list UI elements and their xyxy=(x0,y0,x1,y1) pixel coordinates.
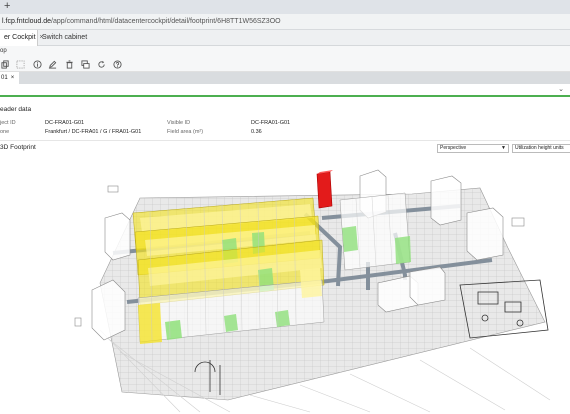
tab-label: 01 xyxy=(1,75,8,81)
3d-footprint-view[interactable] xyxy=(0,156,570,414)
close-icon[interactable]: × xyxy=(11,75,15,81)
help-icon[interactable] xyxy=(112,59,123,70)
object-id-value: DC-FRA01-G01 xyxy=(45,120,85,126)
refresh-icon[interactable] xyxy=(96,59,107,70)
url-host: l.fcp.fntcloud.de xyxy=(2,18,52,25)
select-icon[interactable] xyxy=(15,59,26,70)
object-selector[interactable]: ⌄ xyxy=(0,84,570,97)
address-bar[interactable]: l.fcp.fntcloud.de/app/command/html/datac… xyxy=(0,14,570,30)
layers-icon[interactable] xyxy=(80,59,91,70)
tab-object[interactable]: 01 × xyxy=(0,72,19,84)
menu-label[interactable]: op xyxy=(0,47,7,56)
field-area-value: 0.36 xyxy=(251,129,262,135)
rack-rows xyxy=(132,197,325,344)
copy-icon[interactable] xyxy=(0,59,11,70)
url-text[interactable]: l.fcp.fntcloud.de/app/command/html/datac… xyxy=(2,16,281,27)
url-path: /app/command/html/datacentercockpit/deta… xyxy=(51,18,281,25)
visible-id-label: Visible ID xyxy=(167,120,191,126)
tab-label: Switch cabinet xyxy=(42,34,88,41)
object-id-label: ject ID xyxy=(0,120,16,126)
selected-rack xyxy=(316,170,333,209)
field-area-label: Field area (m²) xyxy=(167,129,204,135)
object-tab-bar: 01 × xyxy=(0,72,570,84)
footprint-title: 3D Footprint xyxy=(0,144,36,151)
toolbar xyxy=(0,57,570,72)
app-window: + l.fcp.fntcloud.de/app/command/html/dat… xyxy=(0,0,570,414)
zone-label: one xyxy=(0,129,10,135)
header-data-title: eader data xyxy=(0,106,32,113)
tab-switch-cabinet[interactable]: Switch cabinet xyxy=(38,30,91,46)
info-icon[interactable] xyxy=(32,59,43,70)
zone-value: Frankfurt / DC-FRA01 / G / FRA01-G01 xyxy=(45,129,142,135)
mode-select[interactable]: Utilization height units xyxy=(512,144,570,153)
menu-bar: op xyxy=(0,46,570,57)
chevron-down-icon: ▼ xyxy=(501,145,506,151)
tab-datacenter-cockpit[interactable]: er Cockpit × xyxy=(0,30,44,46)
edit-icon[interactable] xyxy=(47,59,58,70)
view-select[interactable]: Perspective ▼ xyxy=(437,144,509,153)
divider xyxy=(0,140,570,141)
browser-tab-strip: + xyxy=(0,0,570,14)
3d-scene xyxy=(74,169,551,413)
view-select-value: Perspective xyxy=(440,145,467,151)
delete-icon[interactable] xyxy=(64,59,75,70)
tab-label: er Cockpit xyxy=(4,34,36,41)
visible-id-value: DC-FRA01-G01 xyxy=(251,120,291,126)
mode-select-value: Utilization height units xyxy=(515,145,564,151)
chevron-down-icon[interactable]: ⌄ xyxy=(558,85,564,95)
new-tab-button[interactable]: + xyxy=(4,0,10,13)
app-tab-bar: er Cockpit × Switch cabinet xyxy=(0,30,570,46)
